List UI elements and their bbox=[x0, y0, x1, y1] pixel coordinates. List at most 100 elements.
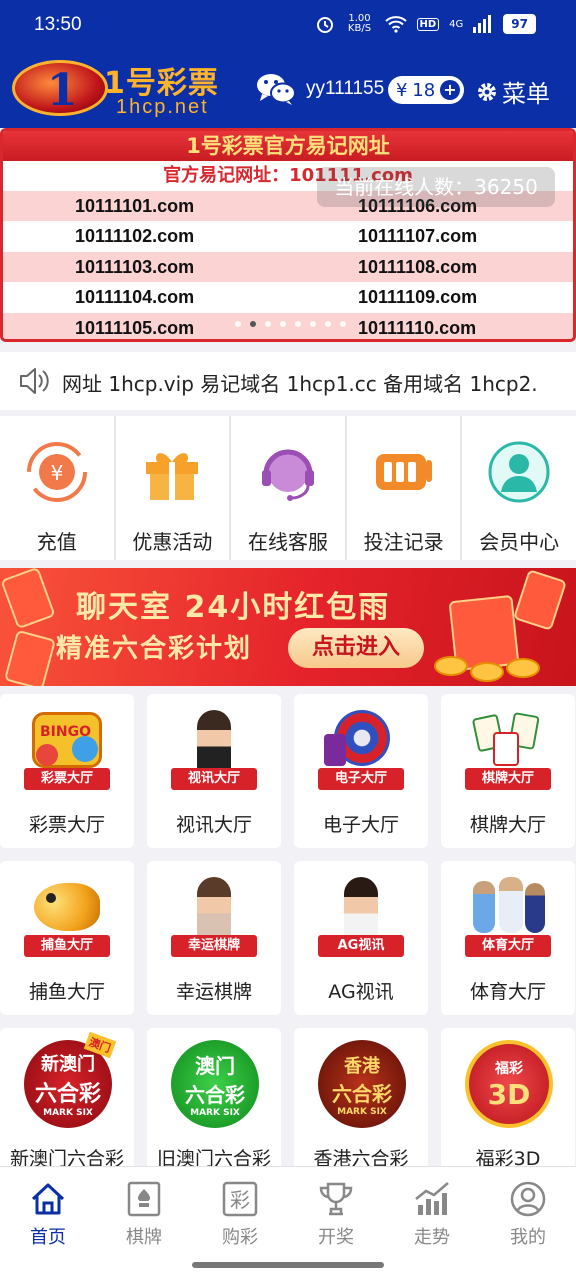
game-name: 彩票大厅 bbox=[28, 814, 105, 836]
quick-action-label: 充值 bbox=[36, 530, 77, 554]
game-card-slots-hall[interactable]: 电子大厅 电子大厅 bbox=[294, 694, 428, 848]
new-macau-badge: 新澳门 六合彩 MARK SIX 澳门 bbox=[20, 1031, 117, 1128]
quick-action-bet-records[interactable]: 投注记录 bbox=[346, 416, 461, 560]
game-card-old-macau-mark-six[interactable]: 澳门 六合彩 MARK SIX 旧澳门六合彩 bbox=[147, 1028, 281, 1166]
tab-label: 我的 bbox=[510, 1227, 546, 1248]
mahjong-icon: 棋牌大厅 bbox=[461, 706, 555, 794]
game-name: 棋牌大厅 bbox=[469, 814, 546, 836]
tab-trends[interactable]: 走势 bbox=[384, 1179, 480, 1248]
member-icon bbox=[488, 441, 550, 503]
home-indicator[interactable] bbox=[192, 1262, 384, 1268]
lucky-cards-icon: 幸运棋牌 bbox=[167, 873, 261, 961]
quick-action-label: 投注记录 bbox=[363, 530, 444, 554]
menu-label: 菜单 bbox=[502, 80, 550, 108]
gear-icon bbox=[478, 82, 496, 101]
badge-line2: 六合彩 bbox=[185, 1083, 245, 1107]
carousel-dot[interactable] bbox=[235, 321, 241, 327]
coin-decor bbox=[506, 658, 540, 678]
recharge-icon: ¥ bbox=[26, 442, 87, 502]
app-header: 13:50 1.00 KB/S HD 4G 97 1 1号彩票 1hcp.net… bbox=[0, 0, 576, 128]
coin-decor bbox=[470, 662, 504, 682]
badge-line1: 新澳门 bbox=[41, 1054, 95, 1075]
domain-item: 10111105.com bbox=[3, 312, 288, 339]
logo-domain: 1hcp.net bbox=[116, 96, 209, 118]
domain-item: 10111107.com bbox=[288, 221, 573, 252]
carousel-dot[interactable] bbox=[340, 321, 346, 327]
online-count: 当前在线人数：36250 bbox=[317, 167, 555, 207]
site-logo[interactable]: 1 1号彩票 1hcp.net bbox=[12, 58, 222, 120]
carousel-dot[interactable] bbox=[280, 321, 286, 327]
promo-headline: 聊天室 24小时红包雨 bbox=[76, 590, 391, 625]
quick-action-recharge[interactable]: ¥ 充值 bbox=[0, 416, 114, 560]
badge-line2: 3D bbox=[487, 1077, 531, 1111]
game-ribbon: 体育大厅 bbox=[465, 935, 551, 957]
quick-action-member[interactable]: 会员中心 bbox=[462, 416, 576, 560]
game-grid: BINGO 彩票大厅 彩票大厅 视讯大厅 视讯大厅 电子大厅 电子大厅 棋牌大厅… bbox=[0, 694, 576, 1166]
game-name: 福彩3D bbox=[475, 1148, 541, 1166]
tab-results[interactable]: 开奖 bbox=[288, 1179, 384, 1248]
badge-line3: MARK SIX bbox=[190, 1108, 240, 1118]
status-bar: 13:50 1.00 KB/S HD 4G 97 bbox=[0, 0, 576, 52]
profile-icon bbox=[510, 1181, 546, 1217]
menu-button[interactable]: 菜单 bbox=[476, 74, 550, 109]
promo-banner[interactable]: 聊天室 24小时红包雨 精准六合彩计划 点击进入 bbox=[0, 568, 576, 686]
promo-subline: 精准六合彩计划 bbox=[56, 634, 253, 664]
status-icons: 1.00 KB/S HD 4G 97 bbox=[315, 14, 536, 34]
game-ribbon: 幸运棋牌 bbox=[171, 935, 257, 957]
tab-label: 走势 bbox=[414, 1227, 450, 1248]
game-card-hk-mark-six[interactable]: 香港 六合彩 MARK SIX 香港六合彩 bbox=[294, 1028, 428, 1166]
game-name: 旧澳门六合彩 bbox=[156, 1148, 271, 1166]
tab-chess[interactable]: 棋牌 bbox=[96, 1179, 192, 1248]
customer-service-icon bbox=[261, 449, 314, 501]
game-card-welfare-3d[interactable]: 福彩 3D 福彩3D bbox=[441, 1028, 575, 1166]
carousel-dot[interactable] bbox=[325, 321, 331, 327]
game-ribbon: 捕鱼大厅 bbox=[24, 935, 110, 957]
carousel-dots[interactable] bbox=[235, 321, 346, 327]
home-icon bbox=[31, 1183, 65, 1215]
domain-banner[interactable]: 1号彩票官方易记网址 官方易记网址：101111.com 10111101.co… bbox=[0, 128, 576, 342]
red-envelope-decor bbox=[512, 569, 568, 631]
quick-action-label: 会员中心 bbox=[479, 530, 560, 554]
slots-icon: 电子大厅 bbox=[314, 706, 408, 794]
game-card-new-macau-mark-six[interactable]: 新澳门 六合彩 MARK SIX 澳门 新澳门六合彩 bbox=[0, 1028, 134, 1166]
game-name: 视讯大厅 bbox=[175, 814, 252, 836]
lottery-icon: 彩 bbox=[222, 1181, 258, 1217]
game-card-live-hall[interactable]: 视讯大厅 视讯大厅 bbox=[147, 694, 281, 848]
quick-action-support[interactable]: 在线客服 bbox=[231, 416, 345, 560]
logo-mark: 1 bbox=[12, 60, 108, 116]
carousel-dot[interactable] bbox=[295, 321, 301, 327]
balance-pill[interactable]: ¥ 18 + bbox=[388, 76, 464, 104]
add-funds-icon[interactable]: + bbox=[439, 80, 460, 100]
battery-level: 97 bbox=[503, 14, 536, 34]
tab-label: 购彩 bbox=[222, 1227, 258, 1248]
notice-marquee[interactable]: 网址 1hcp.vip 易记域名 1hcp1.cc 备用域名 1hcp2. bbox=[0, 352, 576, 410]
live-dealer-icon: 视讯大厅 bbox=[167, 706, 261, 794]
game-name: 电子大厅 bbox=[322, 814, 399, 836]
domain-item: 10111104.com bbox=[3, 282, 288, 313]
game-card-lottery-hall[interactable]: BINGO 彩票大厅 彩票大厅 bbox=[0, 694, 134, 848]
wechat-icon[interactable] bbox=[256, 72, 296, 106]
game-name: 香港六合彩 bbox=[313, 1148, 409, 1166]
quick-action-promotions[interactable]: 优惠活动 bbox=[115, 416, 230, 560]
promo-enter-button[interactable]: 点击进入 bbox=[288, 628, 424, 668]
tab-home[interactable]: 首页 bbox=[0, 1179, 96, 1248]
carousel-dot[interactable] bbox=[265, 321, 271, 327]
badge-line1: 澳门 bbox=[195, 1054, 235, 1078]
game-card-sports-hall[interactable]: 体育大厅 体育大厅 bbox=[441, 861, 575, 1015]
coin-decor bbox=[434, 656, 468, 676]
tab-lottery[interactable]: 彩 购彩 bbox=[192, 1179, 288, 1248]
game-name: 幸运棋牌 bbox=[175, 981, 252, 1003]
game-card-fishing-hall[interactable]: 捕鱼大厅 捕鱼大厅 bbox=[0, 861, 134, 1015]
domain-item: 10111108.com bbox=[288, 251, 573, 283]
banner-title: 1号彩票官方易记网址 bbox=[3, 131, 573, 161]
game-card-ag-live[interactable]: AG视讯 AG视讯 bbox=[294, 861, 428, 1015]
game-name: 体育大厅 bbox=[469, 981, 546, 1003]
carousel-dot[interactable] bbox=[310, 321, 316, 327]
domain-list: 10111101.com 10111106.com 10111102.com 1… bbox=[3, 191, 573, 339]
red-envelope-decor bbox=[0, 568, 56, 630]
game-card-chess-hall[interactable]: 棋牌大厅 棋牌大厅 bbox=[441, 694, 575, 848]
game-card-lucky-chess[interactable]: 幸运棋牌 幸运棋牌 bbox=[147, 861, 281, 1015]
game-ribbon: 棋牌大厅 bbox=[465, 768, 551, 790]
tab-profile[interactable]: 我的 bbox=[480, 1179, 576, 1248]
carousel-dot[interactable] bbox=[250, 321, 256, 327]
